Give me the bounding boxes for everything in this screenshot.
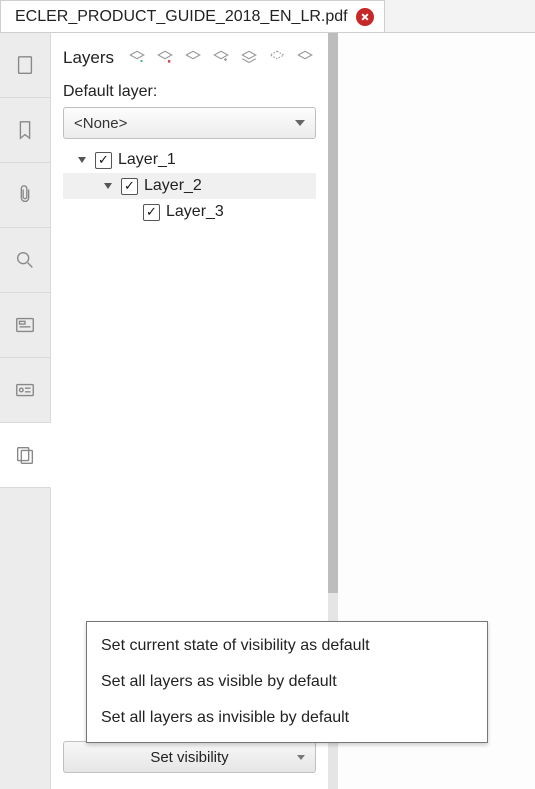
rail-attachments-button[interactable] <box>0 163 50 228</box>
scrollbar-thumb[interactable] <box>328 33 338 593</box>
layer-visibility-checkbox[interactable] <box>143 204 160 221</box>
menu-item-all-visible[interactable]: Set all layers as visible by default <box>87 664 487 700</box>
rail-fields-button[interactable] <box>0 293 50 358</box>
panel-title: Layers <box>63 48 114 68</box>
tab-bar: ECLER_PRODUCT_GUIDE_2018_EN_LR.pdf <box>0 0 535 32</box>
layer-delete-icon[interactable] <box>154 47 176 69</box>
rail-thumbnails-button[interactable] <box>0 33 50 98</box>
rail-bookmarks-button[interactable] <box>0 98 50 163</box>
layer-option-3-icon[interactable] <box>294 47 316 69</box>
layer-add-icon[interactable] <box>126 47 148 69</box>
document-tab[interactable]: ECLER_PRODUCT_GUIDE_2018_EN_LR.pdf <box>0 0 385 32</box>
dropdown-caret-icon <box>297 755 305 760</box>
tree-row[interactable]: Layer_2 <box>63 173 316 199</box>
side-rail <box>0 33 51 789</box>
rail-signatures-button[interactable] <box>0 358 50 423</box>
layer-visibility-checkbox[interactable] <box>95 152 112 169</box>
layer-name: Layer_2 <box>144 177 202 195</box>
tree-row[interactable]: Layer_1 <box>63 147 316 173</box>
expand-toggle-icon[interactable] <box>75 157 89 163</box>
default-layer-label: Default layer: <box>63 83 316 101</box>
layer-rename-icon[interactable] <box>210 47 232 69</box>
set-visibility-button[interactable]: Set visibility <box>63 741 316 773</box>
layer-option-2-icon[interactable] <box>238 47 260 69</box>
layer-name: Layer_3 <box>166 203 224 221</box>
close-tab-icon[interactable] <box>356 8 374 26</box>
rail-layers-button[interactable] <box>0 423 51 488</box>
set-visibility-label: Set visibility <box>150 749 228 766</box>
tree-row[interactable]: Layer_3 <box>63 199 316 225</box>
layer-name: Layer_1 <box>118 151 176 169</box>
layer-merge-icon[interactable] <box>266 47 288 69</box>
tab-title: ECLER_PRODUCT_GUIDE_2018_EN_LR.pdf <box>15 8 348 26</box>
visibility-menu: Set current state of visibility as defau… <box>86 621 488 743</box>
layer-option-1-icon[interactable] <box>182 47 204 69</box>
default-layer-value: <None> <box>74 115 127 132</box>
rail-search-button[interactable] <box>0 228 50 293</box>
dropdown-caret-icon <box>295 120 305 126</box>
expand-toggle-icon[interactable] <box>101 183 115 189</box>
default-layer-select[interactable]: <None> <box>63 107 316 139</box>
layer-visibility-checkbox[interactable] <box>121 178 138 195</box>
menu-item-all-invisible[interactable]: Set all layers as invisible by default <box>87 700 487 736</box>
menu-item-default-current[interactable]: Set current state of visibility as defau… <box>87 628 487 664</box>
